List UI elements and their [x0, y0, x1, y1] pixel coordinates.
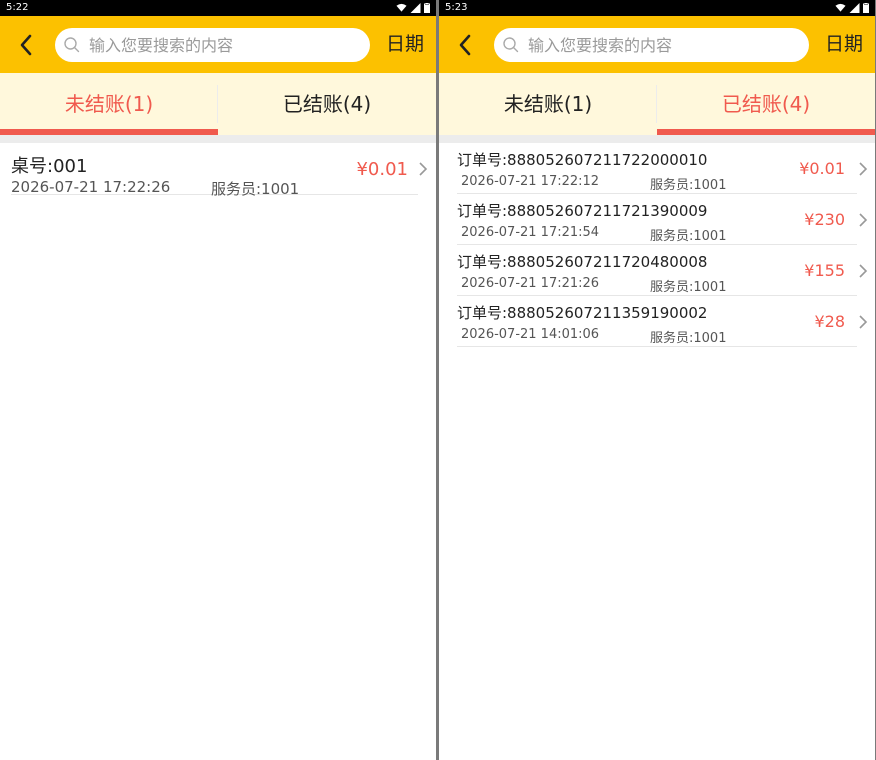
back-button[interactable] [6, 16, 46, 73]
search-icon [502, 35, 522, 55]
order-number: 订单号:888052607211720480008 [457, 253, 708, 271]
status-time: 5:22 [6, 2, 29, 13]
settled-list: 订单号:888052607211722000010 2026-07-21 17:… [439, 143, 875, 347]
row-datetime: 2026-07-21 17:22:12 [461, 174, 600, 189]
section-gap [0, 135, 436, 143]
signal-icon [849, 3, 860, 13]
chevron-right-icon [859, 162, 868, 176]
status-icons [396, 0, 430, 16]
tab-settled[interactable]: 已结账(4) [657, 73, 875, 135]
toolbar: 日期 [439, 16, 875, 73]
row-amount: ¥0.01 [799, 159, 845, 178]
signal-icon [410, 3, 421, 13]
chevron-right-icon [419, 162, 428, 176]
order-row[interactable]: 订单号:888052607211722000010 2026-07-21 17:… [457, 143, 868, 194]
settled-screen: 5:23 日期 未结账(1) 已结账(4) 订单号:88805260721172… [439, 0, 875, 760]
toolbar: 日期 [0, 16, 436, 73]
row-staff: 服务员:1001 [650, 331, 727, 346]
search-icon [63, 35, 83, 55]
row-datetime: 2026-07-21 17:22:26 [11, 178, 171, 196]
order-row[interactable]: 订单号:888052607211720480008 2026-07-21 17:… [457, 245, 868, 296]
tab-settled[interactable]: 已结账(4) [218, 73, 436, 135]
tab-bar: 未结账(1) 已结账(4) [439, 73, 875, 135]
tab-divider [217, 85, 218, 123]
tab-unsettled[interactable]: 未结账(1) [439, 73, 657, 135]
row-amount: ¥0.01 [356, 159, 408, 180]
order-number: 订单号:888052607211721390009 [457, 202, 708, 220]
search-input[interactable] [526, 34, 790, 56]
chevron-right-icon [859, 264, 868, 278]
row-staff: 服务员:1001 [650, 280, 727, 295]
date-filter-button[interactable]: 日期 [386, 16, 424, 73]
row-staff: 服务员:1001 [650, 229, 727, 244]
tab-unsettled[interactable]: 未结账(1) [0, 73, 218, 135]
row-staff: 服务员:1001 [211, 180, 300, 198]
battery-icon [424, 3, 430, 13]
row-amount: ¥28 [814, 312, 845, 331]
table-number: 桌号:001 [11, 156, 88, 177]
back-arrow-icon [459, 34, 471, 55]
order-row[interactable]: 订单号:888052607211721390009 2026-07-21 17:… [457, 194, 868, 245]
order-number: 订单号:888052607211722000010 [457, 151, 708, 169]
unsettled-screen: 5:22 日期 未结账(1) 已结账(4) 桌号:001 2026-07-21 … [0, 0, 436, 760]
chevron-right-icon [859, 213, 868, 227]
section-gap [439, 135, 875, 143]
search-box[interactable] [55, 28, 370, 62]
row-staff: 服务员:1001 [650, 178, 727, 193]
chevron-right-icon [859, 315, 868, 329]
date-filter-button[interactable]: 日期 [825, 16, 863, 73]
row-amount: ¥155 [804, 261, 845, 280]
status-icons [835, 0, 869, 16]
wifi-icon [835, 3, 846, 12]
tab-bar: 未结账(1) 已结账(4) [0, 73, 436, 135]
status-bar: 5:22 [0, 0, 436, 16]
status-time: 5:23 [445, 2, 468, 13]
row-datetime: 2026-07-21 17:21:26 [461, 276, 600, 291]
back-button[interactable] [445, 16, 485, 73]
unsettled-list: 桌号:001 2026-07-21 17:22:26 服务员:1001 ¥0.0… [0, 143, 436, 198]
search-input[interactable] [87, 34, 351, 56]
tab-divider [656, 85, 657, 123]
wifi-icon [396, 3, 407, 12]
status-bar: 5:23 [439, 0, 875, 16]
table-row[interactable]: 桌号:001 2026-07-21 17:22:26 服务员:1001 ¥0.0… [11, 143, 428, 198]
row-datetime: 2026-07-21 14:01:06 [461, 327, 600, 342]
row-datetime: 2026-07-21 17:21:54 [461, 225, 600, 240]
battery-icon [863, 3, 869, 13]
search-box[interactable] [494, 28, 809, 62]
row-amount: ¥230 [804, 210, 845, 229]
order-row[interactable]: 订单号:888052607211359190002 2026-07-21 14:… [457, 296, 868, 347]
order-number: 订单号:888052607211359190002 [457, 304, 708, 322]
back-arrow-icon [20, 34, 32, 55]
